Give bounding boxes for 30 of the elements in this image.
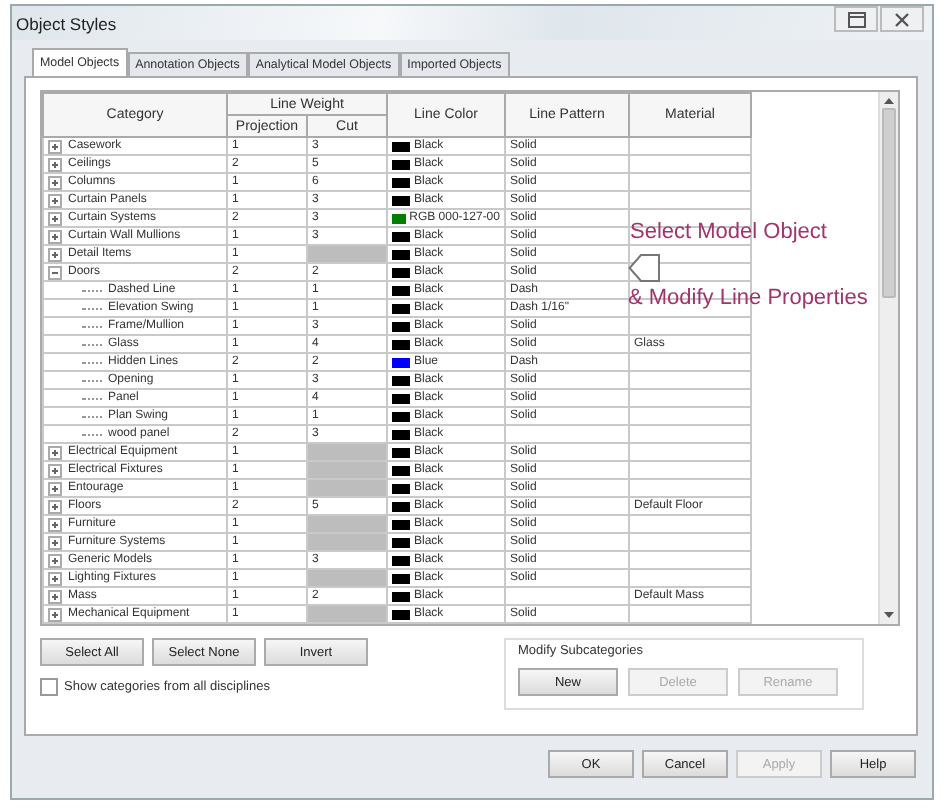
window-title: Object Styles xyxy=(16,13,117,33)
expand-icon[interactable] xyxy=(48,499,62,513)
expand-icon[interactable] xyxy=(48,175,62,189)
expand-icon[interactable] xyxy=(48,229,62,243)
scrollbar[interactable] xyxy=(878,92,898,624)
restore-button[interactable] xyxy=(834,6,878,32)
annotation-text: & Modify Line Properties xyxy=(628,286,868,312)
expand-icon[interactable] xyxy=(48,211,62,225)
scrollbar-thumb[interactable] xyxy=(882,108,897,298)
expand-icon[interactable] xyxy=(48,589,62,603)
expand-icon[interactable] xyxy=(48,463,62,477)
expand-icon[interactable] xyxy=(48,139,62,153)
expand-icon[interactable] xyxy=(48,157,62,171)
annotation-text: Select Model Object xyxy=(630,220,827,246)
expand-icon[interactable] xyxy=(48,553,62,567)
expand-icon[interactable] xyxy=(48,517,62,531)
scroll-up-icon[interactable] xyxy=(884,98,895,104)
expand-icon[interactable] xyxy=(48,247,62,261)
window-icon xyxy=(847,11,865,27)
expand-icon[interactable] xyxy=(48,571,62,585)
close-button[interactable] xyxy=(880,6,924,32)
scroll-down-icon[interactable] xyxy=(884,612,895,618)
expand-icon[interactable] xyxy=(48,193,62,207)
checkbox[interactable] xyxy=(40,678,58,696)
expand-icon[interactable] xyxy=(48,607,62,621)
expand-icon[interactable] xyxy=(48,535,62,549)
expand-icon[interactable] xyxy=(48,481,62,495)
expand-icon[interactable] xyxy=(48,445,62,459)
collapse-icon[interactable] xyxy=(48,265,62,279)
close-icon xyxy=(894,11,910,27)
